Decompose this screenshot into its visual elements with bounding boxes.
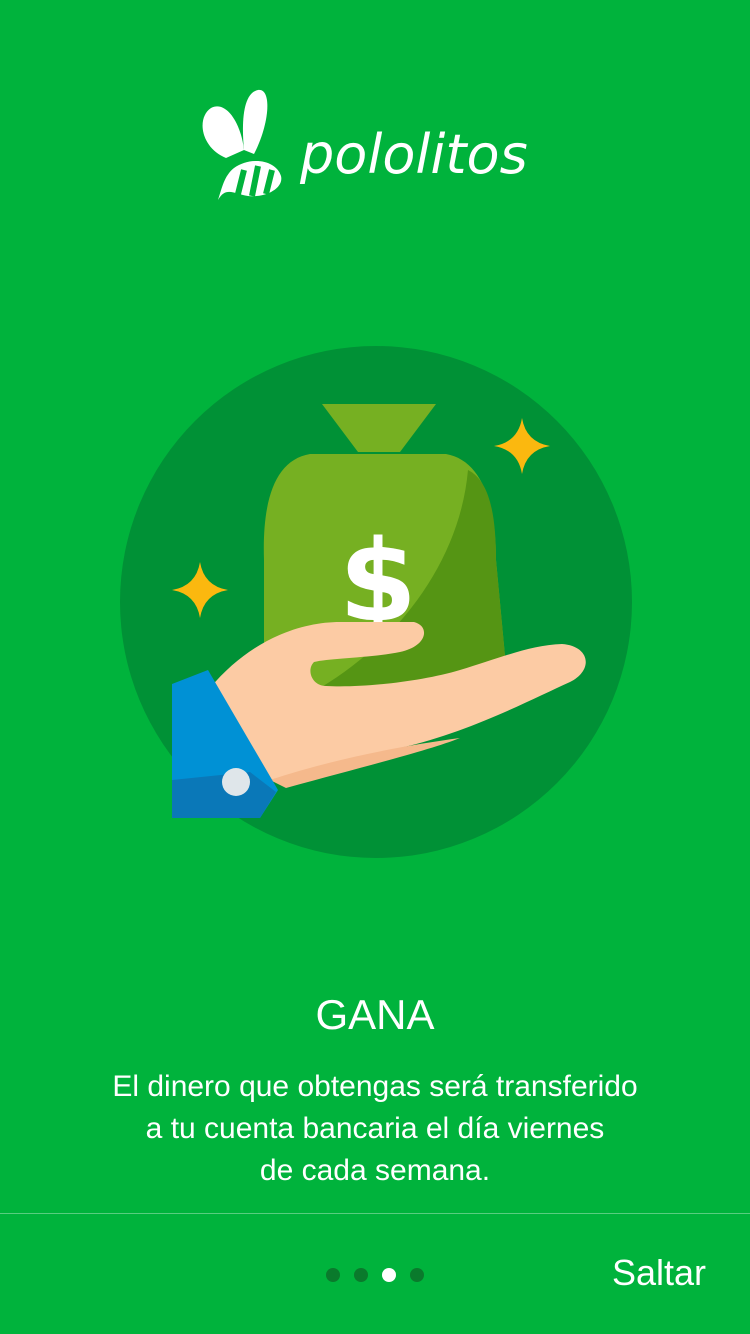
page-dot-active[interactable] <box>382 1268 396 1282</box>
page-dot[interactable] <box>354 1268 368 1282</box>
page-dot[interactable] <box>410 1268 424 1282</box>
page-indicator <box>326 1268 424 1282</box>
onboarding-description: El dinero que obtengas será transferido … <box>60 1066 690 1192</box>
page-dot[interactable] <box>326 1268 340 1282</box>
description-line: El dinero que obtengas será transferido <box>112 1070 638 1103</box>
footer-divider <box>0 1213 750 1214</box>
money-bag-in-hand-icon: $ <box>120 346 632 858</box>
description-line: de cada semana. <box>259 1154 491 1187</box>
bee-icon <box>202 89 282 200</box>
description-line: a tu cuenta bancaria el día viernes <box>145 1112 605 1145</box>
skip-button[interactable]: Saltar <box>612 1252 706 1294</box>
brand-name: pololitos <box>300 123 528 186</box>
onboarding-screen: pololitos $ GANA El dinero que obtengas … <box>0 0 750 1334</box>
brand-logo: pololitos <box>196 88 546 218</box>
onboarding-title: GANA <box>315 991 435 1038</box>
